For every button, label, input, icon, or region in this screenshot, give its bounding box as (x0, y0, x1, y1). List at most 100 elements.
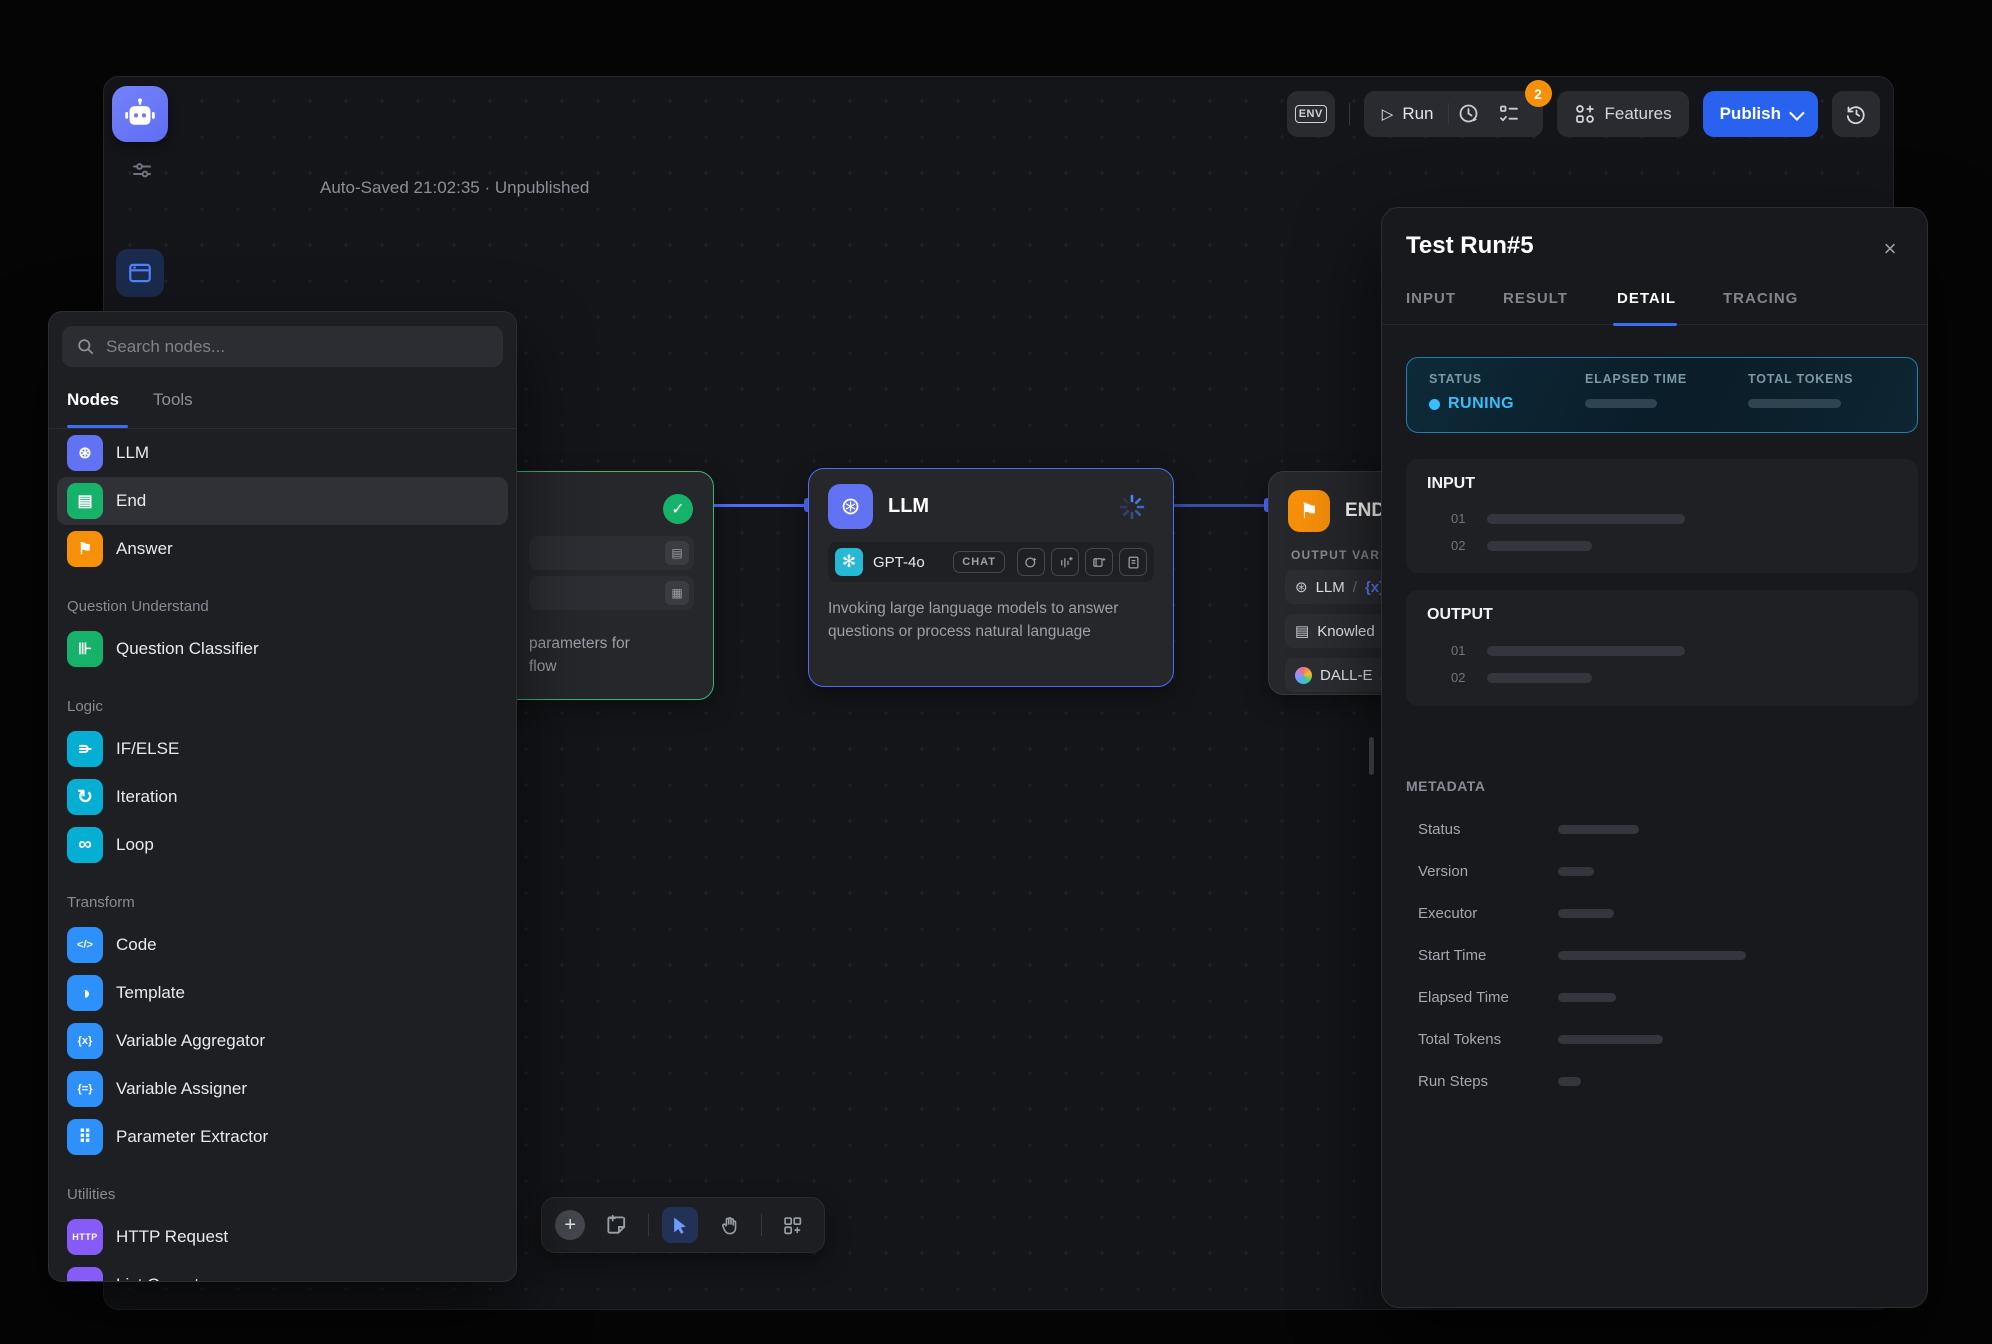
running-dot-icon (1429, 399, 1440, 410)
checklist-icon[interactable] (1489, 94, 1529, 134)
variable-source: LLM (1316, 579, 1345, 596)
env-button[interactable]: ENV (1287, 91, 1335, 137)
checklist-count-badge: 2 (1525, 80, 1552, 107)
metadata-row: Total Tokens (1418, 1018, 1898, 1060)
variable-aggregator-icon: {x} (67, 1023, 103, 1059)
add-note-button[interactable] (599, 1207, 635, 1243)
divider (648, 1214, 649, 1236)
node-item-code[interactable]: </> Code (49, 921, 516, 969)
publish-button[interactable]: Publish (1703, 91, 1818, 137)
node-item-http-request[interactable]: HTTP HTTP Request (49, 1213, 516, 1261)
node-item-question-classifier[interactable]: ⊪ Question Classifier (49, 625, 516, 673)
run-status-card: STATUS RUNING ELAPSED TIME TOTAL TOKENS (1406, 357, 1918, 433)
app-logo[interactable] (112, 86, 168, 142)
divider (761, 1214, 762, 1236)
end-flag-icon: ⚑ (1288, 490, 1330, 532)
panel-resize-handle[interactable] (1369, 737, 1374, 775)
node-item-list-operator[interactable]: ≡ List Operator (49, 1261, 516, 1282)
group-header: Transform (49, 869, 516, 921)
canvas-toolbar: + (541, 1197, 825, 1253)
end-book-icon: ▤ (67, 483, 103, 519)
output-card: OUTPUT 01 02 (1406, 590, 1918, 706)
skeleton-bar (1558, 951, 1746, 960)
skeleton-bar (1487, 646, 1685, 656)
metadata-row: Run Steps (1418, 1060, 1898, 1102)
model-selector[interactable]: ✻ GPT-4o CHAT (828, 542, 1154, 582)
node-picker-tabs: Nodes Tools (49, 384, 516, 429)
skeleton-bar (1558, 993, 1616, 1002)
vision-capability-icon (1017, 548, 1045, 576)
llm-node-description: Invoking large language models to answer… (828, 597, 1158, 643)
group-header: Utilities (49, 1161, 516, 1213)
elapsed-time-label: ELAPSED TIME (1585, 372, 1687, 386)
metadata-row: Start Time (1418, 934, 1898, 976)
pointer-tool-button[interactable] (662, 1207, 698, 1243)
row-number: 01 (1451, 643, 1465, 658)
workflow-settings-icon[interactable] (130, 158, 154, 182)
search-input[interactable]: Search nodes... (62, 326, 503, 367)
node-item-label: Variable Aggregator (116, 1031, 265, 1051)
metadata-label: Elapsed Time (1418, 989, 1558, 1006)
start-node-field[interactable]: ▦ (529, 576, 694, 610)
tab-nodes[interactable]: Nodes (67, 390, 119, 410)
play-icon: ▷ (1382, 105, 1394, 123)
metadata-label: Total Tokens (1418, 1031, 1558, 1048)
tab-detail[interactable]: DETAIL (1617, 290, 1676, 307)
node-item-iteration[interactable]: ↻ Iteration (49, 773, 516, 821)
tab-input[interactable]: INPUT (1406, 290, 1456, 307)
variable-assigner-icon: {=} (67, 1071, 103, 1107)
knowledge-book-icon: ▤ (1295, 622, 1309, 640)
row-number: 01 (1451, 511, 1465, 526)
llm-node[interactable]: ⊛ LLM ✻ GPT-4o CHAT (808, 468, 1174, 687)
add-node-button[interactable]: + (555, 1210, 585, 1240)
tab-tools[interactable]: Tools (153, 390, 193, 410)
llm-brain-icon: ⊛ (67, 435, 103, 471)
metadata-label: Version (1418, 863, 1558, 880)
node-item-if-else[interactable]: ⋔ IF/ELSE (49, 725, 516, 773)
success-check-icon: ✓ (663, 494, 693, 524)
test-run-panel: Test Run#5 × INPUT RESULT DETAIL TRACING… (1381, 207, 1928, 1308)
start-node-field[interactable]: ▤ (529, 536, 694, 570)
node-picker-panel: Search nodes... Nodes Tools ⊛ LLM ▤ End … (48, 311, 517, 1282)
search-placeholder: Search nodes... (106, 337, 225, 357)
run-button[interactable]: ▷ Run (1378, 104, 1448, 124)
features-button[interactable]: Features (1557, 91, 1689, 137)
llm-brain-icon: ⊛ (828, 484, 873, 529)
node-item-llm[interactable]: ⊛ LLM (49, 429, 516, 477)
node-list: ⊛ LLM ▤ End ⚑ Answer Question Understand… (49, 429, 516, 1282)
node-item-parameter-extractor[interactable]: ⠿ Parameter Extractor (49, 1113, 516, 1161)
variable-source: Knowled (1317, 623, 1375, 640)
organize-nodes-button[interactable] (775, 1207, 811, 1243)
http-icon: HTTP (67, 1219, 103, 1255)
hand-tool-button[interactable] (711, 1207, 747, 1243)
status-value: RUNING (1448, 395, 1514, 413)
code-icon: </> (67, 927, 103, 963)
env-icon: ENV (1295, 105, 1327, 123)
node-item-template[interactable]: ◑ Template (49, 969, 516, 1017)
node-item-answer[interactable]: ⚑ Answer (49, 525, 516, 573)
node-item-variable-assigner[interactable]: {=} Variable Assigner (49, 1065, 516, 1113)
run-history-icon[interactable] (1449, 94, 1489, 134)
tab-tracing[interactable]: TRACING (1723, 290, 1798, 307)
node-item-label: List Operator (116, 1275, 214, 1282)
openai-icon: ✻ (835, 548, 863, 576)
node-item-label: Question Classifier (116, 639, 259, 659)
robot-icon (123, 97, 157, 131)
skeleton-bar (1558, 1035, 1663, 1044)
chat-mode-badge: CHAT (953, 551, 1005, 573)
node-item-label: LLM (116, 443, 149, 463)
metadata-row: Elapsed Time (1418, 976, 1898, 1018)
version-history-button[interactable] (1832, 91, 1880, 137)
node-item-end[interactable]: ▤ End (57, 477, 508, 525)
node-item-variable-aggregator[interactable]: {x} Variable Aggregator (49, 1017, 516, 1065)
tab-result[interactable]: RESULT (1503, 290, 1568, 307)
close-icon[interactable]: × (1875, 234, 1905, 264)
node-item-label: IF/ELSE (116, 739, 179, 759)
panel-toggle-button[interactable] (116, 249, 164, 297)
window-icon (127, 260, 153, 286)
metadata-label: Start Time (1418, 947, 1558, 964)
list-operator-icon: ≡ (67, 1267, 103, 1282)
node-item-loop[interactable]: ∞ Loop (49, 821, 516, 869)
screen: Auto-Saved 21:02:35 · Unpublished ENV ▷ … (0, 0, 1992, 1344)
row-number: 02 (1451, 670, 1465, 685)
